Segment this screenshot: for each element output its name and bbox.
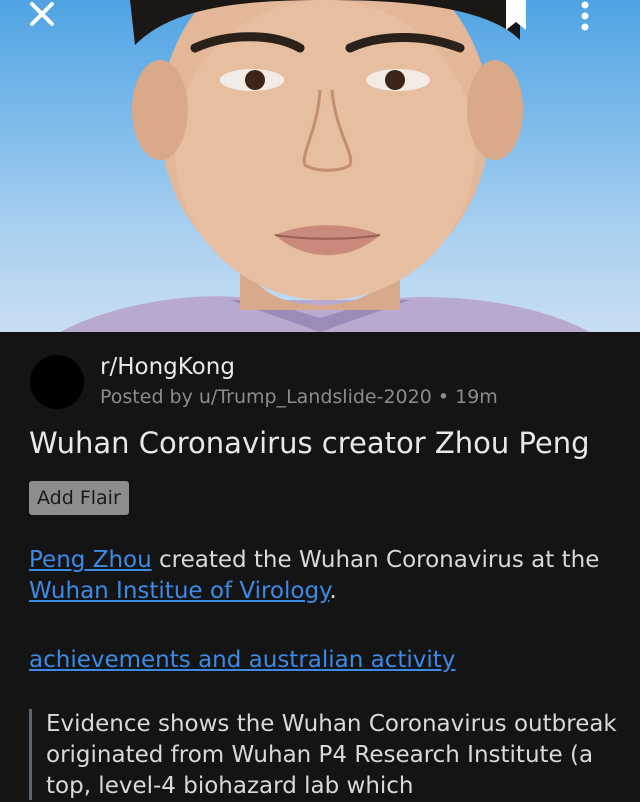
post-meta: Posted by u/Trump_Landslide-2020 • 19m — [100, 386, 498, 408]
bookmark-button[interactable] — [504, 0, 548, 34]
bookmark-icon — [506, 0, 526, 30]
achievements-paragraph: achievements and australian activity — [29, 645, 455, 676]
wuhan-institute-link[interactable]: Wuhan Institue of Virology — [29, 578, 329, 604]
add-flair-button[interactable]: Add Flair — [29, 481, 129, 515]
subreddit-avatar[interactable] — [30, 355, 84, 409]
peng-zhou-link[interactable]: Peng Zhou — [29, 547, 152, 573]
portrait-photo — [60, 0, 590, 332]
close-button[interactable] — [28, 0, 72, 34]
more-vertical-icon — [581, 1, 589, 31]
post-body: Peng Zhou created the Wuhan Coronavirus … — [29, 545, 619, 607]
body-text: created the Wuhan Coronavirus at the — [151, 547, 600, 573]
blockquote: Evidence shows the Wuhan Coronavirus out… — [29, 709, 629, 800]
more-options-button[interactable] — [580, 0, 624, 34]
subreddit-name[interactable]: r/HongKong — [100, 354, 235, 380]
post-title: Wuhan Coronavirus creator Zhou Peng — [29, 426, 590, 460]
close-icon — [30, 2, 54, 26]
post-image[interactable] — [0, 0, 640, 332]
quote-text: Evidence shows the Wuhan Coronavirus out… — [46, 711, 617, 799]
achievements-link[interactable]: achievements and australian activity — [29, 647, 455, 673]
body-text-end: . — [329, 578, 337, 604]
